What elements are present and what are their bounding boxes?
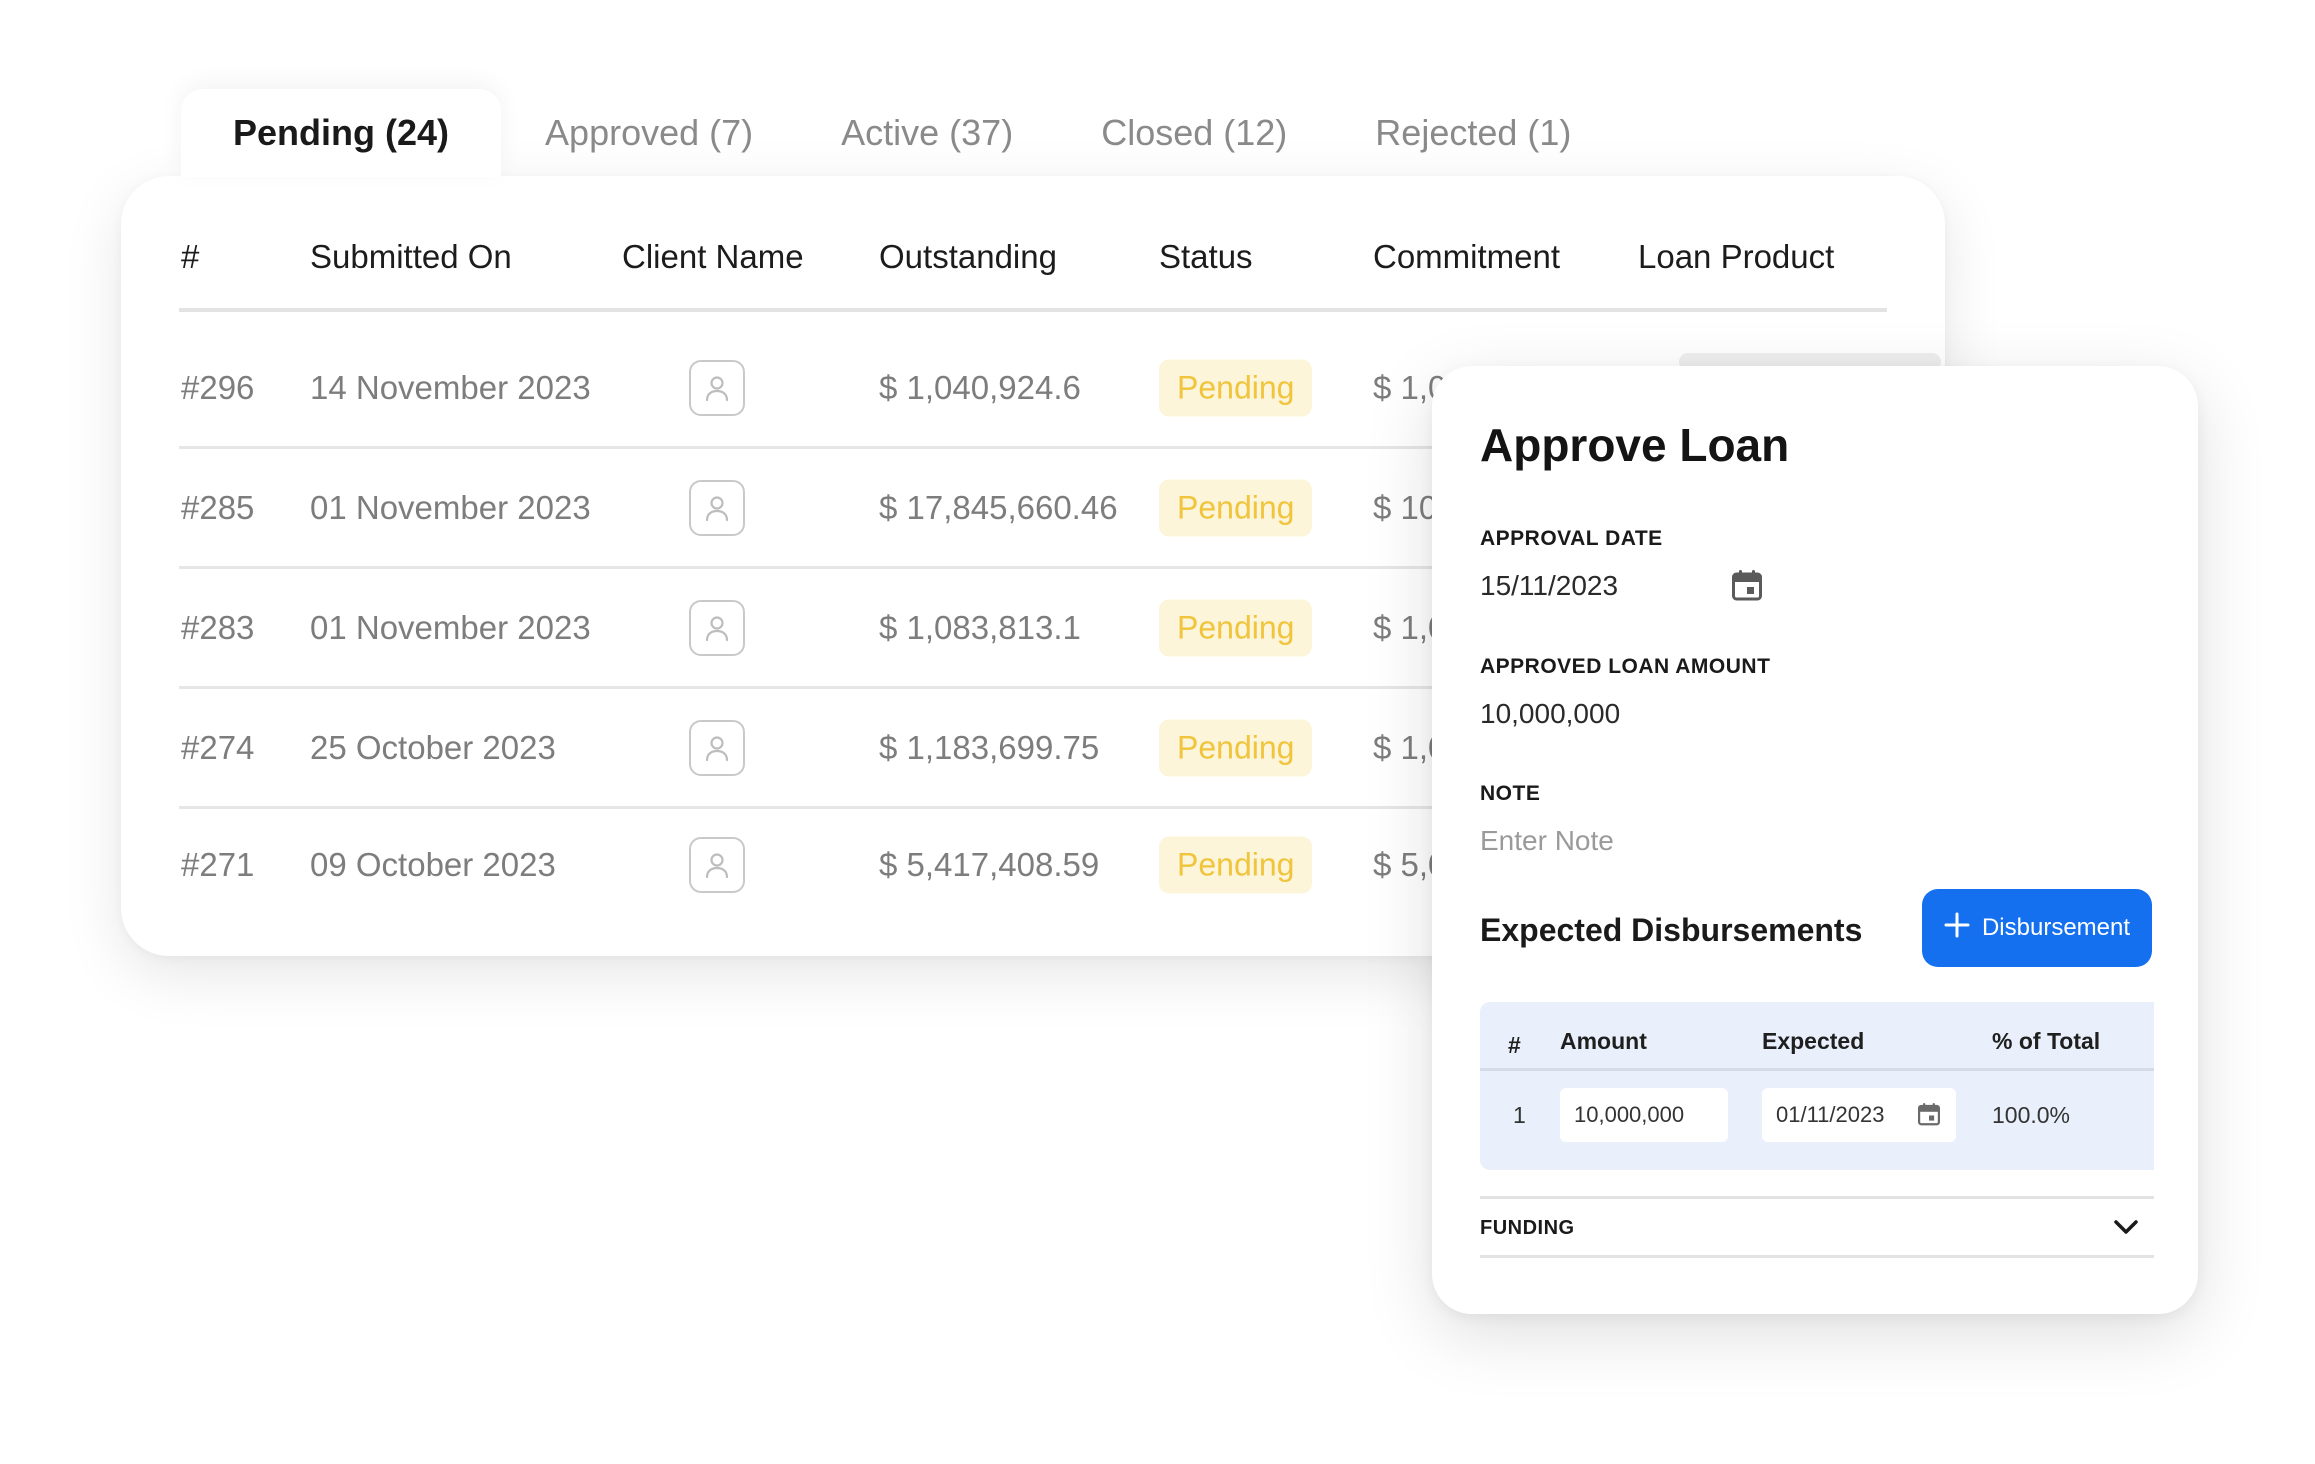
plus-icon [1944,912,1970,945]
disbursement-amount-value: 10,000,000 [1574,1102,1685,1127]
loan-id: #274 [181,728,255,766]
tab-rejected[interactable]: Rejected (1) [1331,89,1615,177]
loan-id: #296 [181,368,255,406]
status-tabs: Pending (24) Approved (7) Active (37) Cl… [181,89,1615,177]
tab-approved[interactable]: Approved (7) [501,89,797,177]
disbursement-percent: 100.0% [1992,1102,2071,1128]
tab-closed[interactable]: Closed (12) [1057,89,1331,177]
approved-amount-field[interactable]: 10,000,000 [1480,698,1620,730]
loan-id: #271 [181,845,255,883]
note-label: NOTE [1480,782,1541,805]
submitted-date: 09 October 2023 [310,845,556,883]
user-icon[interactable] [689,359,745,416]
submitted-date: 14 November 2023 [310,368,591,406]
status-badge: Pending [1159,836,1313,893]
column-header-loan-product[interactable]: Loan Product [1638,238,1834,276]
add-disbursement-label: Disbursement [1981,914,2131,941]
disbursement-header-amount: Amount [1560,1028,1647,1054]
column-header-id[interactable]: # [181,238,199,276]
status-badge: Pending [1159,479,1313,536]
status-badge: Pending [1159,599,1313,656]
note-field[interactable]: Enter Note [1480,825,1614,857]
disbursement-table-header: # Amount Expected % of Total [1480,1002,2154,1071]
outstanding-amount: $ 1,083,813.1 [879,608,1081,646]
approval-date-field[interactable]: 15/11/2023 [1480,570,1618,602]
calendar-icon[interactable] [1732,569,1762,601]
disbursement-date-value: 01/11/2023 [1776,1102,1885,1127]
chevron-down-icon[interactable] [2112,1213,2140,1246]
user-icon[interactable] [689,836,745,893]
outstanding-amount: $ 1,040,924.6 [879,368,1081,406]
disbursement-header-expected: Expected [1762,1028,1865,1054]
outstanding-amount: $ 5,417,408.59 [879,845,1100,883]
column-header-status[interactable]: Status [1159,238,1253,276]
disbursement-date-input[interactable]: 01/11/2023 [1762,1088,1956,1142]
disbursement-header-index: # [1508,1032,1521,1058]
user-icon[interactable] [689,719,745,776]
tab-active[interactable]: Active (37) [797,89,1057,177]
user-icon[interactable] [689,599,745,656]
calendar-icon[interactable] [1918,1102,1940,1132]
column-header-outstanding[interactable]: Outstanding [879,238,1057,276]
panel-title: Approve Loan [1480,419,1790,471]
table-header: # Submitted On Client Name Outstanding S… [179,176,1887,312]
status-badge: Pending [1159,719,1313,776]
loan-id: #285 [181,488,255,526]
approval-date-label: APPROVAL DATE [1480,527,1663,550]
funding-section-toggle[interactable]: FUNDING [1480,1196,2154,1258]
submitted-date: 01 November 2023 [310,608,591,646]
column-header-submitted-on[interactable]: Submitted On [310,238,512,276]
expected-disbursements-title: Expected Disbursements [1480,912,1863,948]
approved-amount-label: APPROVED LOAN AMOUNT [1480,655,1771,678]
loan-id: #283 [181,608,255,646]
add-disbursement-button[interactable]: Disbursement [1922,889,2152,967]
disbursement-table: # Amount Expected % of Total 1 10,000,00… [1480,1002,2154,1170]
disbursement-header-percent: % of Total [1992,1028,2101,1054]
submitted-date: 25 October 2023 [310,728,556,766]
tab-pending[interactable]: Pending (24) [181,89,502,177]
funding-label: FUNDING [1480,1217,1575,1239]
user-icon[interactable] [689,479,745,536]
submitted-date: 01 November 2023 [310,488,591,526]
outstanding-amount: $ 17,845,660.46 [879,488,1118,526]
approve-loan-panel: Approve Loan APPROVAL DATE 15/11/2023 AP… [1432,366,2198,1314]
disbursement-amount-input[interactable]: 10,000,000 [1560,1088,1728,1142]
disbursement-row-index: 1 [1513,1102,1526,1128]
column-header-commitment[interactable]: Commitment [1373,238,1560,276]
status-badge: Pending [1159,359,1313,416]
column-header-client-name[interactable]: Client Name [622,238,804,276]
outstanding-amount: $ 1,183,699.75 [879,728,1100,766]
